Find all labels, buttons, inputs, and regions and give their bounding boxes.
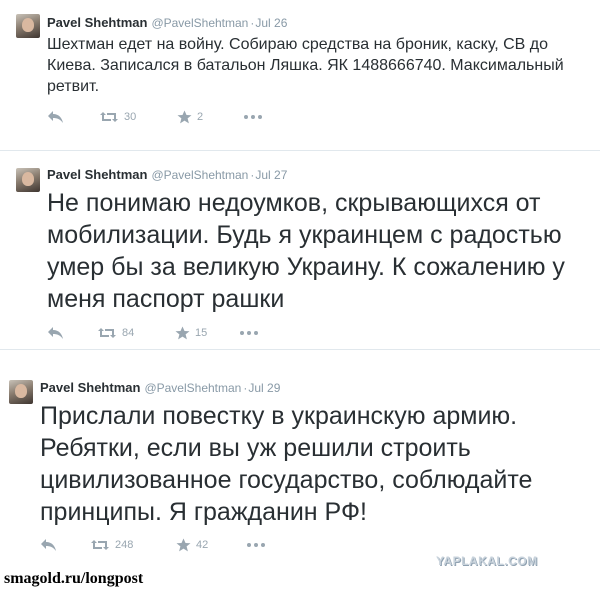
favorite-count: 2 (197, 111, 204, 123)
tweet-date[interactable]: Jul 26 (255, 16, 287, 30)
star-icon (177, 110, 192, 124)
reply-button[interactable] (40, 538, 57, 552)
retweet-button[interactable]: 30 (99, 110, 136, 124)
separator: · (250, 168, 255, 182)
star-icon (175, 326, 190, 340)
retweet-count: 30 (124, 111, 137, 123)
avatar[interactable] (9, 380, 33, 404)
favorite-button[interactable]: 2 (177, 110, 203, 124)
user-name[interactable]: Pavel Shehtman (47, 167, 147, 182)
tweet-text: Не понимаю недоумков, скрывающихся от мо… (47, 189, 565, 313)
user-handle[interactable]: @PavelShehtman (144, 381, 241, 395)
tweet-date[interactable]: Jul 29 (248, 381, 280, 395)
user-name[interactable]: Pavel Shehtman (40, 380, 140, 395)
user-name[interactable]: Pavel Shehtman (47, 15, 147, 30)
retweet-button[interactable]: 84 (97, 326, 134, 340)
favorite-button[interactable]: 42 (176, 538, 208, 552)
reply-icon (48, 111, 63, 123)
more-button[interactable] (243, 110, 263, 124)
separator: · (250, 16, 255, 30)
favorite-count: 42 (196, 539, 209, 551)
footer-caption: smagold.ru/longpost (4, 570, 144, 587)
reply-icon (48, 327, 63, 339)
retweet-count: 84 (122, 327, 135, 339)
favorite-count: 15 (195, 327, 208, 339)
tweet-3[interactable]: Pavel Shehtman @PavelShehtman ·Jul 29 Прис… (0, 350, 600, 565)
retweet-icon (91, 540, 109, 550)
more-icon (244, 115, 262, 119)
reply-button[interactable] (47, 110, 64, 124)
more-button[interactable] (239, 326, 259, 340)
star-icon (176, 538, 191, 552)
retweet-count: 248 (115, 539, 134, 551)
user-handle[interactable]: @PavelShehtman (151, 168, 248, 182)
avatar[interactable] (16, 168, 40, 192)
separator: · (243, 381, 248, 395)
retweet-icon (98, 328, 116, 338)
watermark: YAPLAKAL.COM (436, 554, 538, 568)
tweet-actions: 248 42 (40, 538, 280, 554)
tweet-date[interactable]: Jul 27 (255, 168, 287, 182)
tweet-text: Прислали повестку в украинскую армию. Ре… (40, 402, 533, 526)
retweet-icon (100, 112, 118, 122)
tweet-actions: 84 15 (47, 326, 287, 342)
reply-icon (41, 539, 56, 551)
avatar[interactable] (16, 14, 40, 38)
tweet-1[interactable]: Pavel Shehtman @PavelShehtman ·Jul 26 Шехт… (0, 0, 600, 151)
tweet-header: Pavel Shehtman @PavelShehtman ·Jul 26 (47, 14, 287, 32)
favorite-button[interactable]: 15 (175, 326, 207, 340)
more-button[interactable] (246, 538, 266, 552)
retweet-button[interactable]: 248 (90, 538, 133, 552)
tweet-text: Шехтман едет на войну. Собираю средства … (47, 36, 564, 95)
tweet-header: Pavel Shehtman @PavelShehtman ·Jul 29 (40, 379, 280, 397)
tweet-header: Pavel Shehtman @PavelShehtman ·Jul 27 (47, 166, 287, 184)
more-icon (240, 331, 258, 335)
reply-button[interactable] (47, 326, 64, 340)
tweet-actions: 30 2 (47, 110, 287, 126)
tweet-2[interactable]: Pavel Shehtman @PavelShehtman ·Jul 27 Не п… (0, 151, 600, 350)
user-handle[interactable]: @PavelShehtman (151, 16, 248, 30)
more-icon (247, 543, 265, 547)
